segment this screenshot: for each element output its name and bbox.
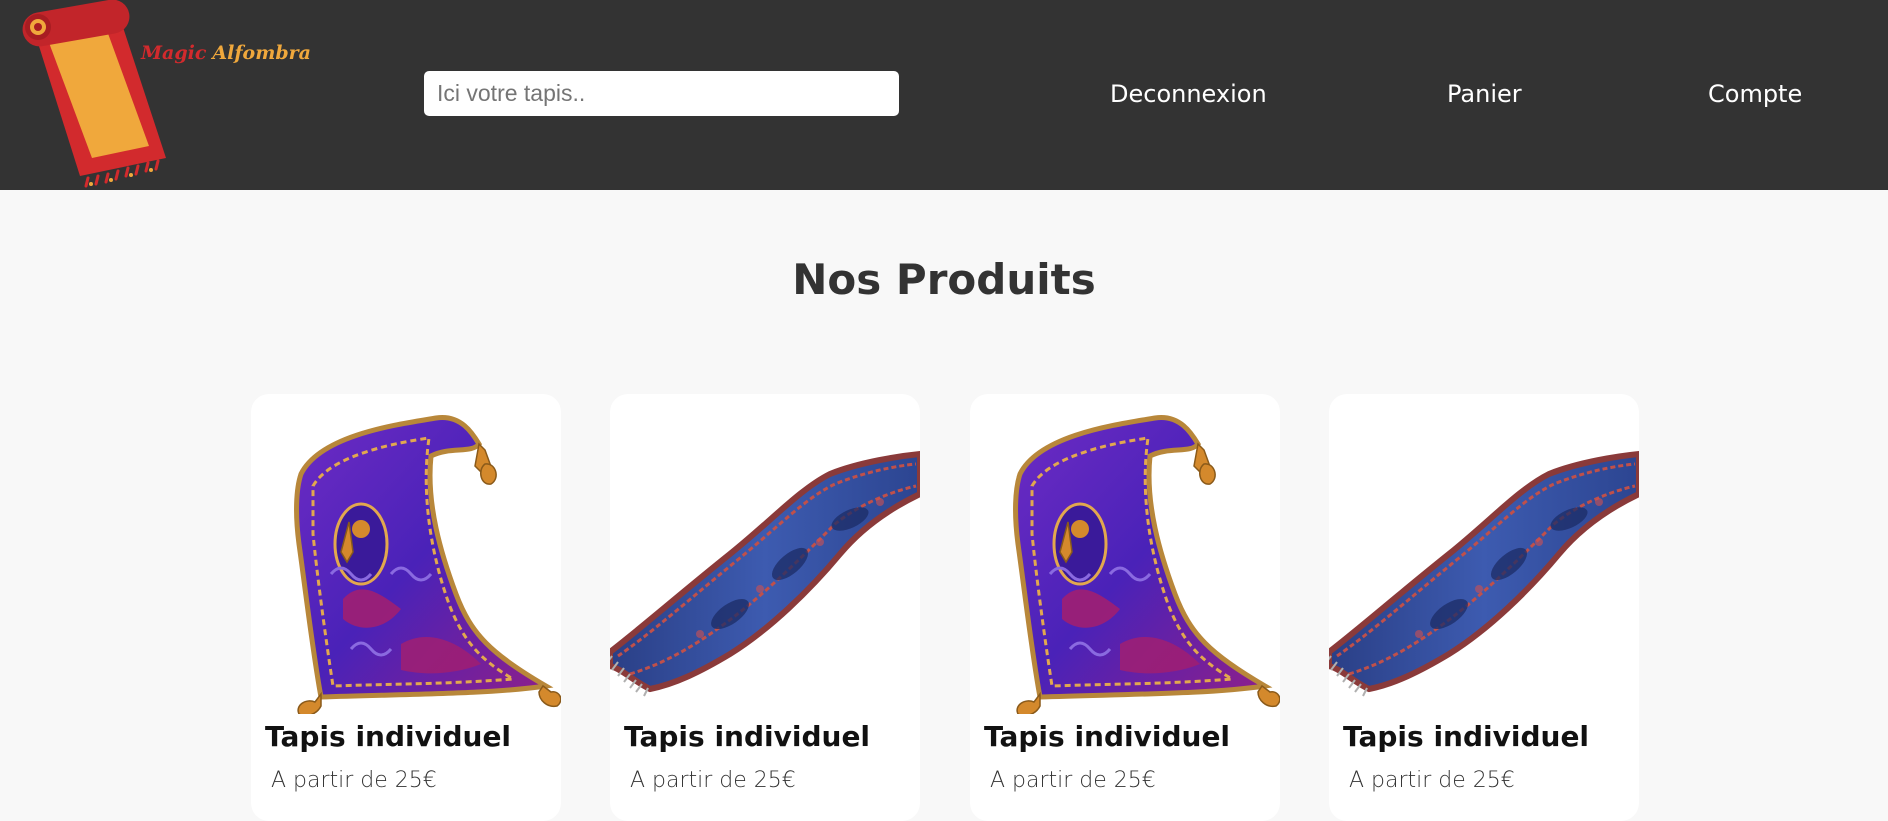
nav-deconnexion-link[interactable]: Deconnexion [1110, 76, 1267, 112]
site-header: MagicAlfombra Deconnexion Panier Compte [0, 0, 1888, 190]
search-input[interactable] [424, 71, 899, 116]
rolled-carpet-logo-icon [22, 0, 166, 188]
product-title: Tapis individuel [984, 720, 1231, 753]
nav-panier-link[interactable]: Panier [1447, 76, 1522, 112]
product-card[interactable]: Tapis individuel A partir de 25€ [1329, 394, 1639, 821]
product-title: Tapis individuel [1343, 720, 1590, 753]
nav-compte-link[interactable]: Compte [1708, 76, 1802, 112]
brand-word-1: Magic [141, 42, 207, 64]
purple-flying-carpet-image [251, 394, 561, 714]
product-title: Tapis individuel [624, 720, 871, 753]
product-card[interactable]: Tapis individuel A partir de 25€ [251, 394, 561, 821]
blue-persian-carpet-image [610, 394, 920, 714]
product-card[interactable]: Tapis individuel A partir de 25€ [610, 394, 920, 821]
purple-flying-carpet-image [970, 394, 1280, 714]
product-price: A partir de 25€ [1349, 768, 1515, 793]
page-title: Nos Produits [792, 255, 1096, 304]
product-card[interactable]: Tapis individuel A partir de 25€ [970, 394, 1280, 821]
product-price: A partir de 25€ [990, 768, 1156, 793]
blue-persian-carpet-image [1329, 394, 1639, 714]
product-price: A partir de 25€ [630, 768, 796, 793]
brand-word-2: Alfombra [212, 42, 311, 64]
product-price: A partir de 25€ [271, 768, 437, 793]
product-title: Tapis individuel [265, 720, 512, 753]
brand-logo-link[interactable]: Magic Alfombra [18, 0, 311, 190]
brand-name: Magic Alfombra [141, 42, 311, 64]
